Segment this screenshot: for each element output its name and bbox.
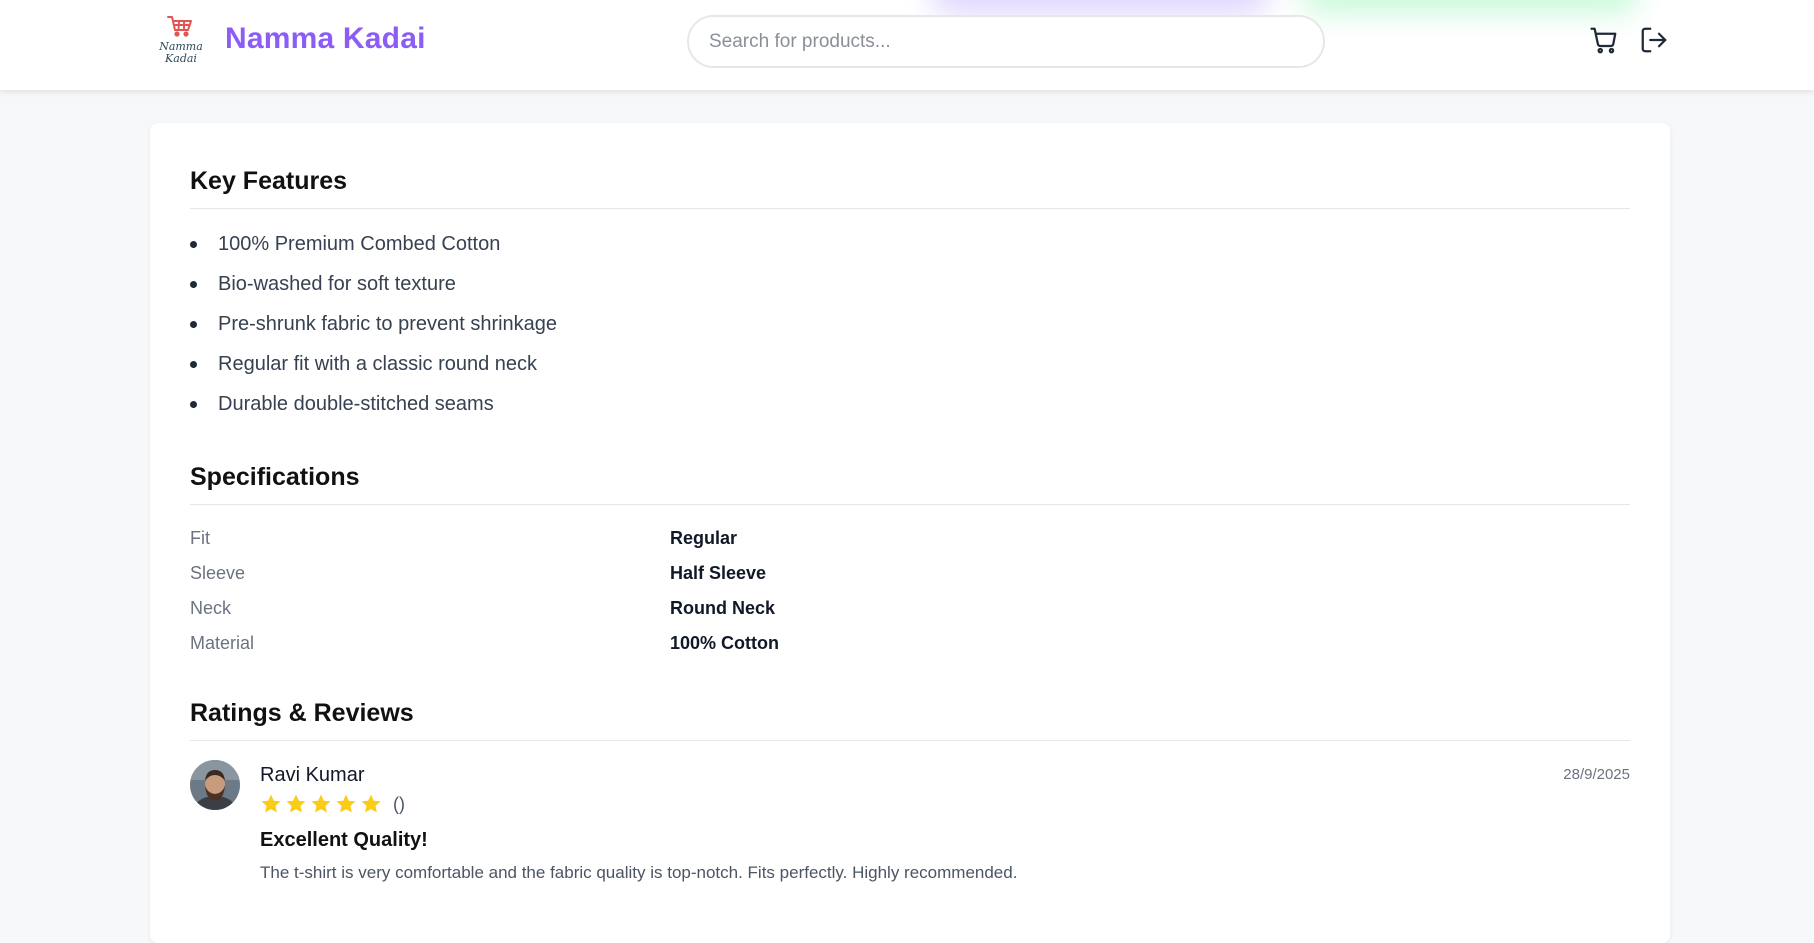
review-title: Excellent Quality! xyxy=(260,829,428,851)
rating-count: () xyxy=(393,793,405,814)
header-glow-green xyxy=(1300,0,1640,14)
review-rating: () xyxy=(260,793,405,815)
brand-logo[interactable]: Namma Kadai xyxy=(154,14,208,68)
cart-icon xyxy=(1590,27,1617,54)
logout-icon xyxy=(1641,27,1667,53)
feature-item: Pre-shrunk fabric to prevent shrinkage xyxy=(190,304,557,344)
star-icon xyxy=(311,794,331,813)
header-glow-purple xyxy=(930,0,1270,14)
cart-button[interactable] xyxy=(1588,24,1620,56)
reviewer-avatar xyxy=(190,760,240,810)
top-navbar: Namma Kadai Namma Kadai xyxy=(0,0,1814,90)
spec-row-material: Material 100% Cotton xyxy=(190,626,1630,661)
spec-value: Regular xyxy=(670,528,738,548)
spec-label: Fit xyxy=(190,528,210,548)
logout-button[interactable] xyxy=(1638,24,1670,56)
reviewer-name: Ravi Kumar xyxy=(260,764,365,786)
feature-item: Bio-washed for soft texture xyxy=(190,264,557,304)
spec-row-neck: Neck Round Neck xyxy=(190,591,1630,626)
key-features-heading: Key Features xyxy=(190,167,348,195)
spec-label: Neck xyxy=(190,598,232,618)
specifications-divider xyxy=(190,504,1630,505)
key-features-divider xyxy=(190,208,1630,209)
star-icon xyxy=(336,794,356,813)
search-input[interactable] xyxy=(687,15,1325,68)
review-text: The t-shirt is very comfortable and the … xyxy=(260,863,1018,882)
spec-label: Material xyxy=(190,633,255,653)
spec-value: Round Neck xyxy=(670,598,776,618)
logo-text-kadai: Kadai xyxy=(164,52,197,65)
feature-item: Durable double-stitched seams xyxy=(190,384,557,424)
specifications-heading: Specifications xyxy=(190,463,360,491)
spec-row-sleeve: Sleeve Half Sleeve xyxy=(190,556,1630,591)
brand-name[interactable]: Namma Kadai xyxy=(225,22,426,56)
key-features-list: 100% Premium Combed Cotton Bio-washed fo… xyxy=(190,224,557,424)
star-icon xyxy=(286,794,306,813)
review-date: 28/9/2025 xyxy=(1563,766,1630,783)
spec-row-fit: Fit Regular xyxy=(190,521,1630,556)
spec-value: Half Sleeve xyxy=(670,563,767,583)
star-icon xyxy=(261,794,281,813)
spec-label: Sleeve xyxy=(190,563,246,583)
ratings-reviews-divider xyxy=(190,740,1630,741)
feature-item: 100% Premium Combed Cotton xyxy=(190,224,557,264)
ratings-reviews-heading: Ratings & Reviews xyxy=(190,699,414,727)
star-icon xyxy=(361,794,381,813)
feature-item: Regular fit with a classic round neck xyxy=(190,344,557,384)
spec-value: 100% Cotton xyxy=(670,633,780,653)
